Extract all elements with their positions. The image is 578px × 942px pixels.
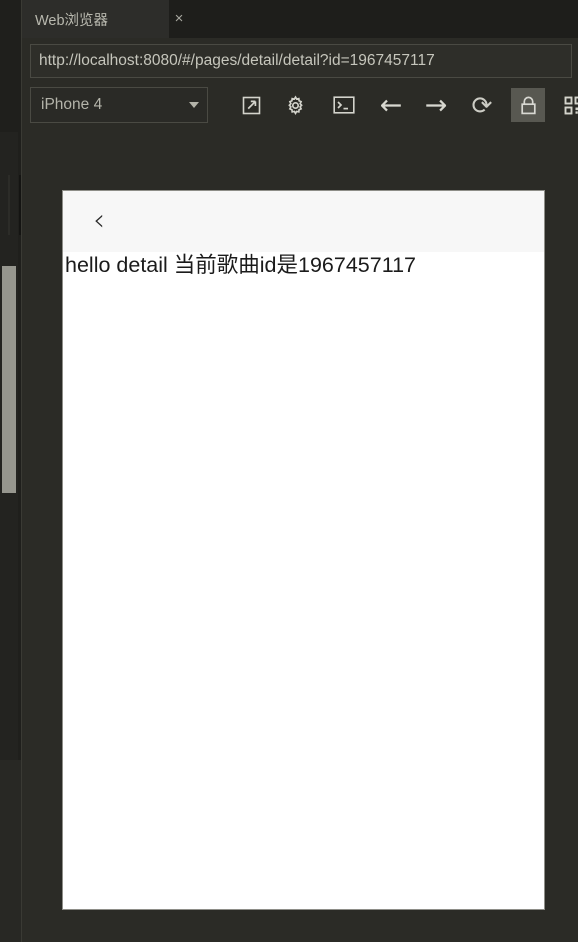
back-icon[interactable]: ← — [374, 88, 408, 122]
nav-back-button[interactable]: ‹ — [81, 203, 117, 239]
gutter-divider — [21, 0, 22, 942]
forward-icon[interactable]: → — [419, 88, 453, 122]
vertical-scrollbar-thumb[interactable] — [2, 266, 16, 493]
close-icon[interactable]: × — [170, 10, 188, 28]
resize-icon[interactable] — [234, 88, 268, 122]
reload-glyph: ⟳ — [471, 90, 493, 120]
chevron-down-icon — [189, 102, 199, 108]
app-content-area: hello detail 当前歌曲id是1967457117 — [63, 252, 544, 909]
chevron-left-icon: ‹ — [93, 203, 105, 238]
back-glyph: ← — [379, 89, 403, 121]
qr-code-icon[interactable] — [556, 88, 578, 122]
gear-icon[interactable] — [278, 88, 312, 122]
browser-toolbar: iPhone 4 ← → ⟳ — [30, 86, 578, 126]
scrollbar-thumb-grip — [8, 175, 10, 235]
url-input[interactable]: http://localhost:8080/#/pages/detail/det… — [30, 44, 572, 78]
detail-page-text: hello detail 当前歌曲id是1967457117 — [65, 253, 416, 277]
console-icon[interactable] — [327, 88, 361, 122]
tab-bar: Web浏览器 × — [22, 0, 578, 38]
device-selector[interactable]: iPhone 4 — [30, 87, 208, 123]
gutter-lower-panel — [0, 760, 21, 942]
scrollbar-position-marker — [19, 175, 21, 235]
url-text: http://localhost:8080/#/pages/detail/det… — [39, 52, 435, 69]
device-viewport: ‹ hello detail 当前歌曲id是1967457117 — [62, 190, 545, 910]
lock-icon[interactable] — [511, 88, 545, 122]
tab-label: Web浏览器 — [35, 12, 109, 29]
forward-glyph: → — [424, 89, 448, 121]
app-navigation-bar: ‹ — [63, 191, 544, 252]
web-browser-panel: http://localhost:8080/#/pages/detail/det… — [22, 38, 578, 942]
tab-web-browser[interactable]: Web浏览器 — [22, 0, 169, 38]
device-selector-label: iPhone 4 — [41, 96, 103, 113]
reload-icon[interactable]: ⟳ — [465, 88, 499, 122]
